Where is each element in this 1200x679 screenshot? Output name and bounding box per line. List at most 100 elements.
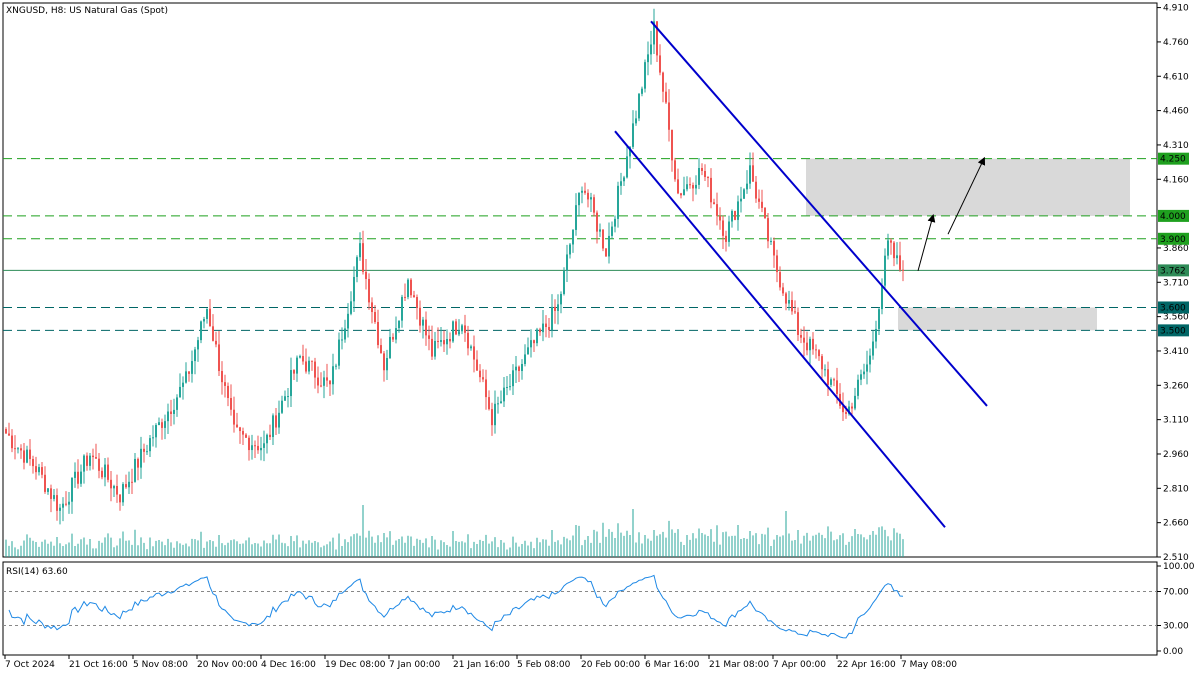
candle-body: [173, 409, 175, 414]
candle-body: [761, 201, 763, 208]
price-tag-label: 3.762: [1160, 266, 1186, 276]
price-axis-label: 4.610: [1163, 72, 1189, 82]
candle-body: [479, 370, 481, 378]
candle-body: [287, 396, 289, 398]
candle-body: [179, 386, 181, 398]
time-axis-label: 20 Feb 00:00: [581, 660, 640, 670]
candle-body: [335, 365, 337, 367]
time-axis-label: 21 Jan 16:00: [453, 660, 510, 670]
candle: [602, 229, 604, 252]
candle-body: [149, 438, 151, 452]
candle-body: [416, 297, 418, 308]
candle-body: [14, 448, 16, 450]
candle-body: [242, 431, 244, 435]
candle-body: [509, 386, 511, 388]
candle-body: [362, 243, 364, 272]
candle-body: [440, 340, 442, 342]
candle-body: [131, 481, 133, 483]
candle-body: [473, 346, 475, 360]
candle-body: [296, 357, 298, 374]
time-axis-label: 20 Nov 00:00: [197, 660, 258, 670]
candle-body: [17, 448, 19, 450]
candle-body: [893, 242, 895, 259]
candle-body: [860, 374, 862, 380]
candle-body: [236, 424, 238, 428]
candle-body: [455, 321, 457, 335]
candle: [764, 207, 766, 219]
candle-body: [104, 464, 106, 478]
candle-body: [632, 123, 634, 147]
candle-body: [800, 334, 802, 338]
candle-body: [143, 448, 145, 452]
candle-body: [821, 356, 823, 370]
candle-body: [431, 338, 433, 357]
candle-body: [716, 204, 718, 216]
candle-body: [548, 327, 550, 330]
candle-body: [239, 427, 241, 432]
candle-body: [686, 184, 688, 190]
candle-body: [485, 379, 487, 398]
time-axis-label: 21 Mar 08:00: [709, 660, 769, 670]
candle: [563, 267, 565, 296]
candle-body: [836, 380, 838, 394]
candle-body: [425, 319, 427, 336]
candle-body: [875, 328, 877, 342]
candle-body: [23, 450, 25, 463]
candle-body: [263, 443, 265, 448]
candle: [734, 210, 736, 221]
rsi-axis-label: 70.00: [1163, 588, 1189, 598]
candle-body: [530, 340, 532, 348]
price-axis-label: 4.910: [1163, 4, 1189, 14]
candle-body: [872, 341, 874, 356]
candle-body: [8, 433, 10, 436]
candle-body: [578, 192, 580, 206]
chart-canvas[interactable]: 4.910 4.760 4.610 4.460 4.310 4.160 3.860 3.710…: [0, 0, 1200, 675]
candle-body: [83, 455, 85, 472]
candle-body: [80, 471, 82, 484]
candle-body: [146, 451, 148, 453]
candle-body: [275, 415, 277, 428]
candle-body: [791, 299, 793, 312]
price-axis-label: 2.660: [1163, 519, 1189, 529]
candle-body: [587, 192, 589, 200]
candle-body: [545, 323, 547, 328]
candle-body: [368, 278, 370, 303]
candle-body: [230, 398, 232, 410]
candle-body: [227, 385, 229, 399]
candle-body: [437, 340, 439, 342]
candle-body: [680, 193, 682, 196]
candle-body: [833, 379, 835, 381]
candle-body: [809, 338, 811, 351]
candle-body: [626, 156, 628, 178]
candle-body: [152, 437, 154, 439]
candle-body: [62, 503, 64, 508]
candle-body: [266, 434, 268, 444]
candle-body: [731, 210, 733, 222]
candle-body: [584, 190, 586, 193]
time-axis-label: 5 Nov 08:00: [133, 660, 188, 670]
candle-body: [188, 371, 190, 374]
candle-body: [386, 358, 388, 371]
candle-body: [638, 93, 640, 119]
candle-body: [11, 435, 13, 449]
candle-body: [602, 229, 604, 249]
candle-body: [413, 295, 415, 298]
time-axis-label: 4 Dec 16:00: [261, 660, 316, 670]
candle-body: [536, 329, 538, 344]
candle-body: [614, 218, 616, 227]
candle-body: [155, 424, 157, 438]
candle-body: [503, 387, 505, 402]
candle: [743, 188, 745, 199]
candle-body: [374, 312, 376, 323]
price-tag-label: 3.900: [1160, 235, 1186, 245]
candle-body: [434, 340, 436, 357]
candle-body: [326, 377, 328, 381]
candle: [407, 278, 409, 300]
candle-body: [782, 287, 784, 294]
candle-body: [452, 321, 454, 342]
candle-body: [515, 366, 517, 371]
candle-body: [344, 328, 346, 340]
candle-body: [644, 62, 646, 89]
candle-body: [512, 370, 514, 387]
time-axis-label: 7 Apr 00:00: [773, 660, 826, 670]
